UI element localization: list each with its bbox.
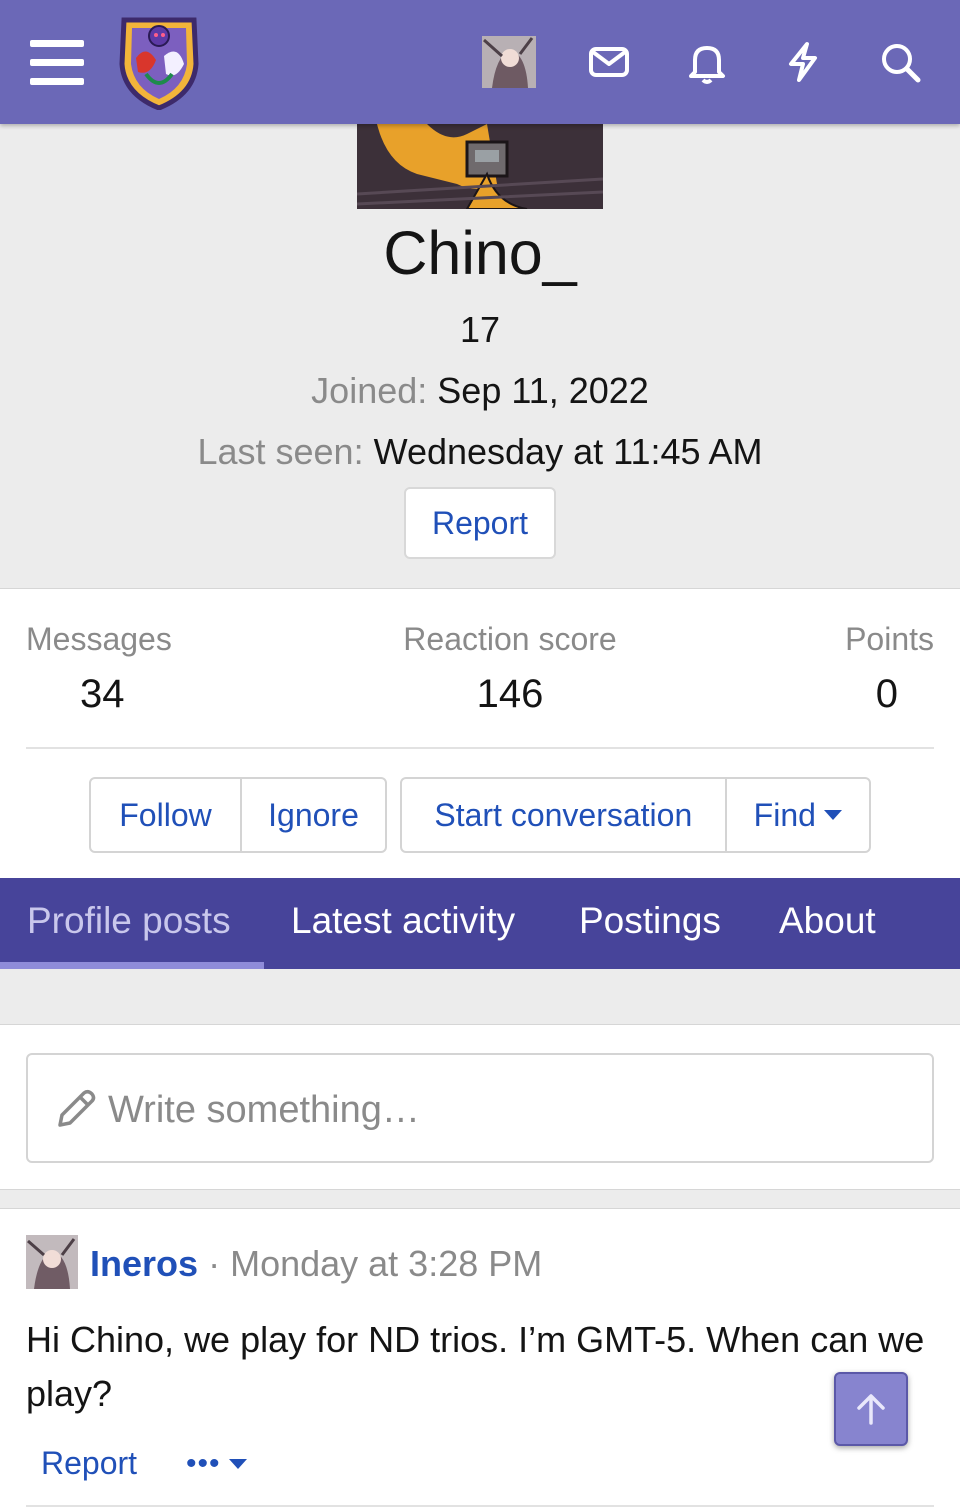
forum-logo[interactable] [116, 14, 202, 110]
last-seen-label: Last seen: [197, 431, 364, 472]
post-timestamp[interactable]: Monday at 3:28 PM [230, 1243, 542, 1284]
user-title: 17 [459, 309, 501, 350]
post-more-menu[interactable]: ••• [186, 1447, 247, 1481]
tab-postings[interactable]: Postings [579, 900, 721, 942]
chevron-down-icon [823, 810, 842, 820]
stat-messages-label: Messages [26, 621, 172, 657]
joined-line: Joined: Sep 11, 2022 [0, 370, 960, 412]
tab-profile-posts[interactable]: Profile posts [27, 900, 231, 942]
compose-section: Write something… [0, 1024, 960, 1190]
scroll-to-top-button[interactable] [834, 1372, 908, 1446]
profile-banner-image [357, 124, 603, 209]
user-avatar[interactable] [482, 36, 536, 88]
post-author-avatar[interactable] [26, 1235, 78, 1289]
post-meta: Ineros · Monday at 3:28 PM [90, 1243, 542, 1285]
write-something-input[interactable]: Write something… [26, 1053, 934, 1163]
start-conversation-button[interactable]: Start conversation [402, 779, 725, 851]
find-dropdown-button[interactable]: Find [724, 779, 869, 851]
chevron-down-icon [228, 1459, 247, 1469]
last-seen-line: Last seen: Wednesday at 11:45 AM [0, 431, 960, 473]
stat-messages-value: 34 [80, 672, 125, 716]
stat-messages[interactable]: Messages 34 [26, 621, 172, 717]
more-dots-icon: ••• [186, 1447, 221, 1480]
conversation-find-group: Start conversation Find [400, 777, 871, 853]
post-author-link[interactable]: Ineros [90, 1243, 198, 1284]
profile-username: Chino_ [383, 219, 577, 287]
write-something-placeholder: Write something… [108, 1089, 420, 1131]
lightning-icon[interactable] [781, 40, 825, 84]
stat-points[interactable]: Points 0 [845, 621, 934, 717]
stat-reaction-value: 146 [476, 672, 544, 716]
envelope-icon[interactable] [587, 40, 631, 84]
stat-points-label: Points [845, 621, 934, 657]
joined-value: Sep 11, 2022 [437, 370, 649, 411]
search-icon[interactable] [878, 40, 922, 84]
hamburger-menu-icon[interactable] [30, 40, 84, 86]
find-label: Find [753, 796, 816, 833]
arrow-up-icon [857, 1394, 885, 1425]
stat-reaction-label: Reaction score [403, 621, 617, 657]
stats-divider [26, 747, 934, 749]
joined-label: Joined: [311, 370, 428, 411]
top-navbar [0, 0, 960, 124]
ignore-button[interactable]: Ignore [239, 779, 385, 851]
post-separator: · [208, 1243, 221, 1284]
stat-points-value: 0 [875, 672, 898, 716]
profile-stats: Messages 34 Reaction score 146 Points 0 … [0, 588, 960, 878]
stat-reaction-score[interactable]: Reaction score 146 [394, 621, 626, 717]
profile-tabs: Profile posts Latest activity Postings A… [0, 878, 960, 969]
active-tab-indicator [0, 962, 264, 969]
report-profile-button[interactable]: Report [404, 487, 556, 559]
tab-about[interactable]: About [779, 900, 876, 942]
pencil-icon [58, 1089, 96, 1127]
post-body: Hi Chino, we play for ND trios. I’m GMT-… [26, 1319, 925, 1414]
tab-latest-activity[interactable]: Latest activity [291, 900, 515, 942]
post-report-link[interactable]: Report [41, 1445, 137, 1482]
last-seen-value: Wednesday at 11:45 AM [373, 431, 763, 472]
bell-icon[interactable] [685, 40, 729, 84]
profile-post: Ineros · Monday at 3:28 PM Hi Chino, we … [0, 1208, 960, 1507]
follow-ignore-group: Follow Ignore [89, 777, 387, 853]
follow-button[interactable]: Follow [91, 779, 240, 851]
